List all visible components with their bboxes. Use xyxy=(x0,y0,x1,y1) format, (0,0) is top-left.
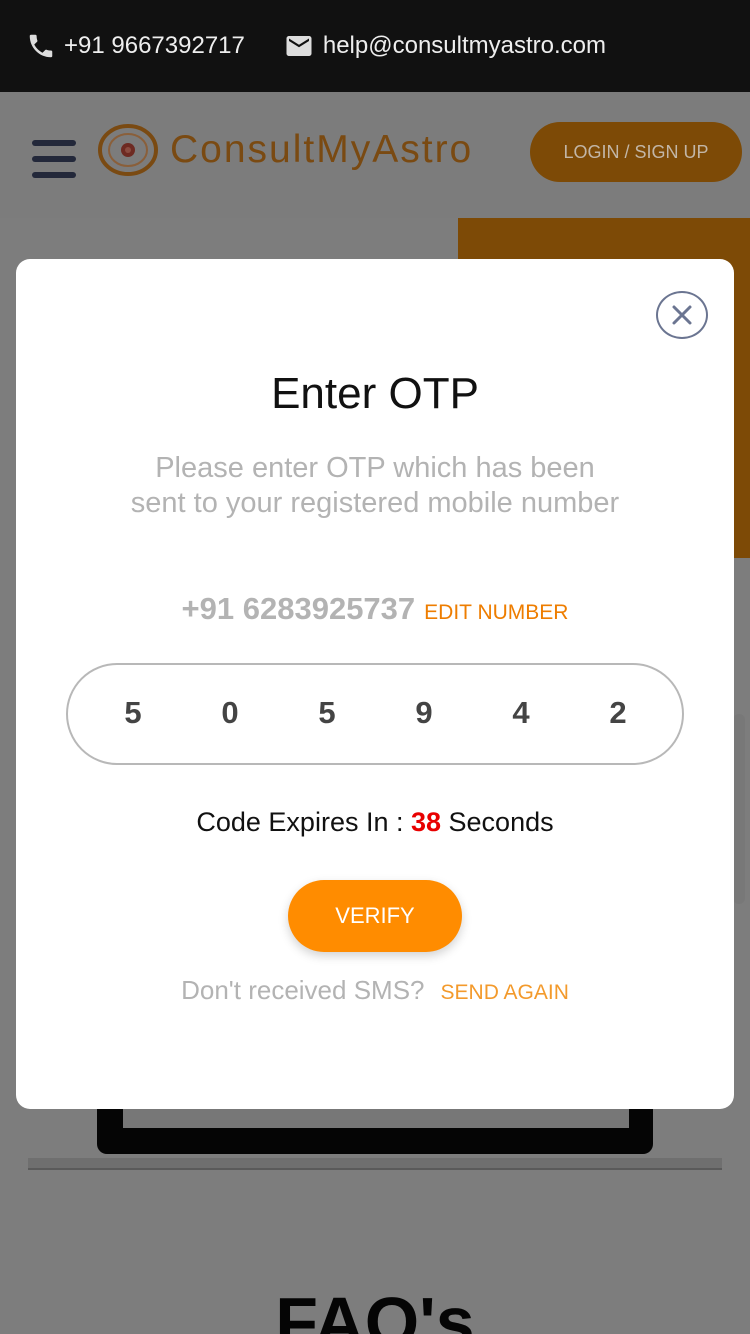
contact-phone[interactable]: +91 9667392717 xyxy=(26,31,245,61)
otp-digit-3[interactable]: 5 xyxy=(307,695,347,731)
modal-description: Please enter OTP which has been sent to … xyxy=(130,452,620,519)
site-header: ConsultMyAstro LOGIN / SIGN UP xyxy=(0,92,750,218)
contact-email[interactable]: help@consultmyastro.com xyxy=(283,31,606,61)
mail-icon xyxy=(286,36,312,56)
otp-input-group: 5 0 5 9 4 2 xyxy=(66,663,684,765)
modal-title: Enter OTP xyxy=(271,369,479,418)
otp-digit-1[interactable]: 5 xyxy=(113,695,153,731)
otp-modal: Enter OTP Please enter OTP which has bee… xyxy=(16,259,734,1109)
astro-logo-icon xyxy=(98,124,158,176)
resend-row: Don't received SMS? SEND AGAIN xyxy=(16,975,734,1006)
code-expiry: Code Expires In : 38 Seconds xyxy=(16,807,734,838)
otp-digit-4[interactable]: 9 xyxy=(404,695,444,731)
send-again-link[interactable]: SEND AGAIN xyxy=(441,981,569,1005)
otp-digit-6[interactable]: 2 xyxy=(598,695,638,731)
phone-icon xyxy=(29,34,53,58)
contact-bar: +91 9667392717 help@consultmyastro.com xyxy=(0,0,750,92)
hamburger-menu-icon[interactable] xyxy=(32,140,76,178)
phone-row: +91 6283925737 EDIT NUMBER xyxy=(16,591,734,627)
otp-digit-5[interactable]: 4 xyxy=(501,695,541,731)
contact-email-text: help@consultmyastro.com xyxy=(322,32,606,59)
laptop-image-base xyxy=(28,1158,722,1170)
otp-digit-2[interactable]: 0 xyxy=(210,695,250,731)
expiry-prefix: Code Expires In : xyxy=(196,807,411,837)
registered-phone: +91 6283925737 xyxy=(181,591,416,626)
close-button[interactable] xyxy=(656,291,708,339)
close-icon xyxy=(672,305,692,325)
contact-phone-text: +91 9667392717 xyxy=(64,32,245,59)
login-signup-button[interactable]: LOGIN / SIGN UP xyxy=(530,122,742,182)
brand-name[interactable]: ConsultMyAstro xyxy=(170,128,473,172)
resend-prompt: Don't received SMS? xyxy=(181,975,425,1005)
faq-heading: FAQ's xyxy=(275,1283,475,1334)
expiry-suffix: Seconds xyxy=(441,807,554,837)
scroll-edge xyxy=(733,714,745,904)
edit-number-link[interactable]: EDIT NUMBER xyxy=(424,601,568,625)
expiry-seconds: 38 xyxy=(410,807,442,837)
verify-button[interactable]: VERIFY xyxy=(288,880,462,952)
